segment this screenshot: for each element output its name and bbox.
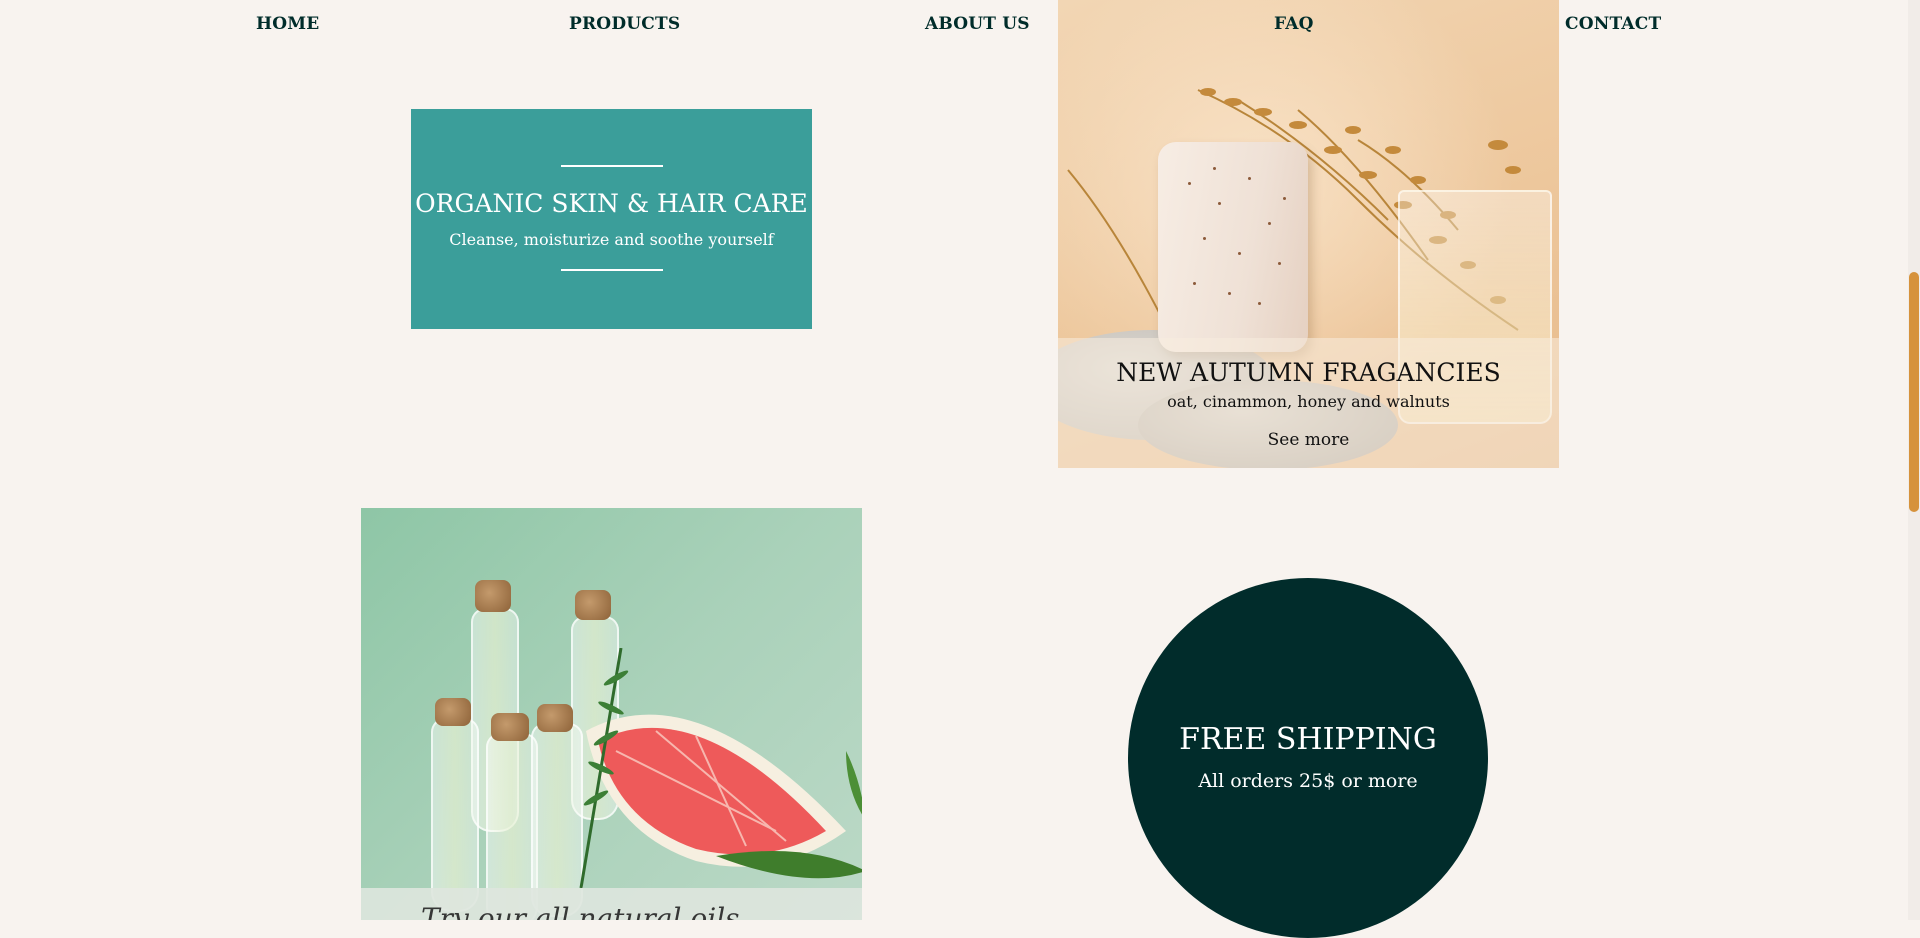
oil-bottle-image bbox=[431, 718, 479, 912]
natural-oils-card[interactable]: Try our all natural oils bbox=[361, 508, 862, 920]
promo-bottom-divider bbox=[560, 269, 663, 271]
autumn-subtitle: oat, cinammon, honey and walnuts bbox=[1167, 392, 1450, 411]
oils-caption: Try our all natural oils bbox=[421, 902, 740, 920]
promo-top-divider bbox=[560, 165, 663, 167]
nav-products-link[interactable]: PRODUCTS bbox=[569, 14, 680, 34]
main-nav: HOME PRODUCTS ABOUT US FAQ CONTACT bbox=[0, 0, 1908, 52]
organic-care-promo-card: ORGANIC SKIN & HAIR CARE Cleanse, moistu… bbox=[411, 109, 812, 329]
page-scrollbar[interactable] bbox=[1908, 0, 1920, 920]
cork-image bbox=[491, 713, 529, 741]
nav-contact-link[interactable]: CONTACT bbox=[1565, 14, 1661, 34]
cork-image bbox=[475, 580, 511, 612]
autumn-fragrances-card[interactable]: NEW AUTUMN FRAGANCIES oat, cinammon, hon… bbox=[1058, 0, 1559, 468]
shipping-title: FREE SHIPPING bbox=[1179, 722, 1437, 757]
scrollbar-thumb[interactable] bbox=[1909, 272, 1919, 512]
rosemary-sprig-image bbox=[579, 648, 629, 888]
autumn-title: NEW AUTUMN FRAGANCIES bbox=[1116, 358, 1501, 387]
promo-subtitle: Cleanse, moisturize and soothe yourself bbox=[449, 230, 774, 249]
promo-title: ORGANIC SKIN & HAIR CARE bbox=[415, 189, 808, 218]
see-more-link[interactable]: See more bbox=[1268, 430, 1350, 450]
free-shipping-badge: FREE SHIPPING All orders 25$ or more bbox=[1128, 578, 1488, 938]
cork-image bbox=[435, 698, 471, 726]
cork-image bbox=[575, 590, 611, 620]
autumn-caption-overlay: NEW AUTUMN FRAGANCIES oat, cinammon, hon… bbox=[1058, 338, 1559, 468]
soap-bar-image bbox=[1158, 142, 1308, 352]
nav-home-link[interactable]: HOME bbox=[256, 14, 319, 34]
shipping-subtitle: All orders 25$ or more bbox=[1198, 770, 1418, 792]
nav-about-link[interactable]: ABOUT US bbox=[925, 14, 1030, 34]
oils-caption-strip: Try our all natural oils bbox=[361, 888, 862, 920]
nav-faq-link[interactable]: FAQ bbox=[1274, 14, 1314, 34]
